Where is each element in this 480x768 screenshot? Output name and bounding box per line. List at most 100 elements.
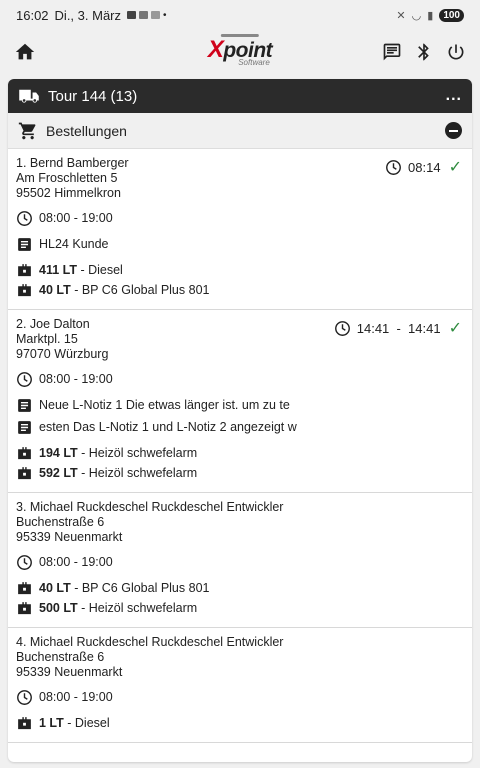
- tour-title: Tour 144 (13): [48, 87, 138, 105]
- screenshot-icon: [139, 11, 149, 19]
- order-note-row: HL24 Kunde: [16, 236, 464, 253]
- more-menu-icon[interactable]: ...: [446, 87, 462, 105]
- clock-icon: [385, 159, 402, 176]
- product-icon: [16, 465, 33, 482]
- orders-section-header[interactable]: Bestellungen: [8, 113, 472, 149]
- order-city: 95502 Himmelkron: [16, 186, 121, 200]
- product-quantity: 194 LT: [39, 446, 78, 460]
- product-description: - Heizöl schwefelarm: [77, 446, 198, 460]
- order-item[interactable]: 2. Joe Dalton Marktpl. 15 97070 Würzburg…: [8, 310, 472, 493]
- product-quantity: 592 LT: [39, 466, 78, 480]
- order-note-row: Neue L-Notiz 1 Die etwas länger ist. um …: [16, 397, 464, 414]
- product-description: - Diesel: [63, 716, 110, 730]
- order-hours: 08:00 - 19:00: [39, 372, 113, 386]
- order-hours: 08:00 - 19:00: [39, 211, 113, 225]
- bluetooth-icon[interactable]: [414, 42, 434, 62]
- status-notification-icons: •: [127, 10, 167, 21]
- product-quantity: 1 LT: [39, 716, 64, 730]
- product-icon: [16, 445, 33, 462]
- tour-header[interactable]: Tour 144 (13) ...: [8, 79, 472, 113]
- order-city: 97070 Würzburg: [16, 347, 109, 361]
- order-street: Buchenstraße 6: [16, 650, 105, 664]
- note-icon: [16, 419, 33, 436]
- delivery-time-text: 08:14: [408, 159, 441, 175]
- order-note: esten Das L-Notiz 1 und L-Notiz 2 angeze…: [39, 420, 297, 434]
- order-note: Neue L-Notiz 1 Die etwas länger ist. um …: [39, 398, 290, 412]
- logo-handle: [220, 34, 259, 37]
- product-description: - BP C6 Global Plus 801: [70, 283, 210, 297]
- order-hours: 08:00 - 19:00: [39, 555, 113, 569]
- product-quantity: 40 LT: [39, 581, 71, 595]
- order-product-row: 411 LT - Diesel: [16, 262, 464, 279]
- clock-icon: [16, 554, 33, 571]
- power-icon[interactable]: [446, 42, 466, 62]
- product-description: - Heizöl schwefelarm: [77, 466, 198, 480]
- product-icon: [16, 580, 33, 597]
- order-hours-row: 08:00 - 19:00: [16, 554, 464, 571]
- home-icon[interactable]: [14, 41, 36, 63]
- product-icon: [16, 715, 33, 732]
- product-description: - BP C6 Global Plus 801: [70, 581, 210, 595]
- app-bar: Xpoint Software: [0, 30, 480, 74]
- product-description: - Heizöl schwefelarm: [77, 601, 198, 615]
- delivery-time-text: 14:41 - 14:41: [356, 320, 441, 336]
- order-product-row: 500 LT - Heizöl schwefelarm: [16, 600, 464, 617]
- signal-icon: ▮: [427, 9, 434, 22]
- app-actions: [382, 42, 466, 62]
- status-date: Di., 3. März: [54, 7, 122, 23]
- order-note: HL24 Kunde: [39, 237, 109, 251]
- message-icon[interactable]: [382, 42, 402, 62]
- collapse-icon[interactable]: [445, 122, 462, 139]
- order-hours-row: 08:00 - 19:00: [16, 689, 464, 706]
- product-quantity: 500 LT: [39, 601, 78, 615]
- orders-label: Bestellungen: [46, 122, 127, 139]
- logo-x: X: [207, 36, 224, 63]
- product-description: - Diesel: [76, 263, 123, 277]
- order-product-row: 592 LT - Heizöl schwefelarm: [16, 465, 464, 482]
- status-right: ✕ ◡ ▮ 100: [396, 8, 464, 22]
- note-icon: [16, 397, 33, 414]
- check-icon: ✓: [448, 320, 462, 337]
- clock-icon: [16, 210, 33, 227]
- truck-icon: [18, 88, 40, 104]
- clock-icon: [16, 371, 33, 388]
- battery-badge: 100: [439, 8, 464, 22]
- order-product-row: 1 LT - Diesel: [16, 715, 464, 732]
- product-icon: [16, 262, 33, 279]
- order-hours: 08:00 - 19:00: [39, 690, 113, 704]
- wifi-icon: ◡: [411, 9, 422, 22]
- note-icon: [16, 236, 33, 253]
- product-icon: [16, 600, 33, 617]
- order-hours-row: 08:00 - 19:00: [16, 210, 464, 227]
- order-delivery-time: 14:41 - 14:41 ✓: [334, 318, 462, 338]
- clock-icon: [334, 320, 351, 337]
- tour-card: Tour 144 (13) ... Bestellungen 1. Bernd …: [8, 79, 472, 762]
- flag-icon: [151, 11, 161, 19]
- order-item[interactable]: 1. Bernd Bamberger Am Froschletten 5 955…: [8, 149, 472, 310]
- order-item[interactable]: 3. Michael Ruckdeschel Ruckdeschel Entwi…: [8, 493, 472, 628]
- app-logo: Xpoint Software: [207, 34, 273, 67]
- status-bar: 16:02 Di., 3. März • ✕ ◡ ▮ 100: [0, 0, 480, 30]
- mute-icon: ✕: [396, 9, 406, 22]
- order-street: Buchenstraße 6: [16, 515, 105, 529]
- cart-icon: [18, 121, 38, 141]
- order-customer-name: 3. Michael Ruckdeschel Ruckdeschel Entwi…: [16, 500, 284, 514]
- order-product-row: 40 LT - BP C6 Global Plus 801: [16, 580, 464, 597]
- order-delivery-time: 08:14 ✓: [385, 157, 462, 177]
- dot-icon: •: [163, 9, 167, 21]
- status-time: 16:02: [16, 7, 49, 23]
- order-note-row: esten Das L-Notiz 1 und L-Notiz 2 angeze…: [16, 419, 464, 436]
- check-icon: ✓: [448, 159, 462, 176]
- order-hours-row: 08:00 - 19:00: [16, 371, 464, 388]
- order-city: 95339 Neuenmarkt: [16, 665, 123, 679]
- product-quantity: 40 LT: [39, 283, 71, 297]
- order-item[interactable]: 4. Michael Ruckdeschel Ruckdeschel Entwi…: [8, 628, 472, 743]
- notification-icon: [127, 11, 137, 19]
- order-customer-name: 4. Michael Ruckdeschel Ruckdeschel Entwi…: [16, 635, 284, 649]
- order-product-row: 194 LT - Heizöl schwefelarm: [16, 445, 464, 462]
- product-quantity: 411 LT: [39, 263, 77, 277]
- order-city: 95339 Neuenmarkt: [16, 530, 123, 544]
- order-product-row: 40 LT - BP C6 Global Plus 801: [16, 282, 464, 299]
- clock-icon: [16, 689, 33, 706]
- product-icon: [16, 282, 33, 299]
